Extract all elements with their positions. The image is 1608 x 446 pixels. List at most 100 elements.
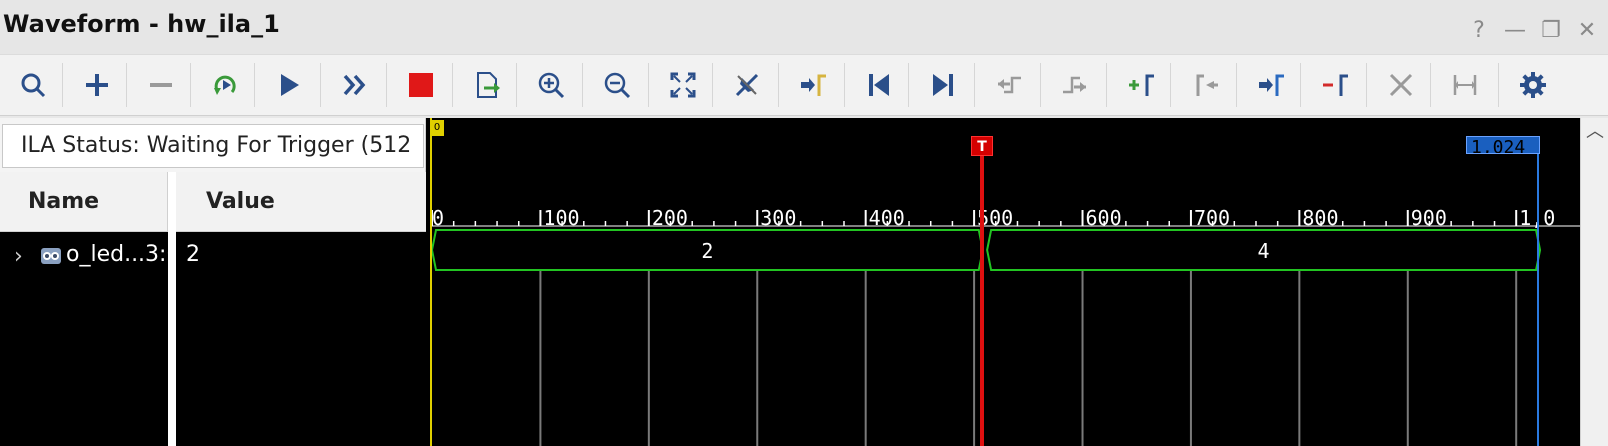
toolbar-separator (62, 63, 63, 107)
minimize-icon[interactable]: — (1502, 18, 1528, 44)
toolbar-separator (1236, 63, 1237, 107)
skip-start-icon (869, 74, 889, 96)
toolbar-separator (778, 63, 779, 107)
toolbar-separator (1300, 63, 1301, 107)
signal-value: 2 (186, 242, 200, 267)
toolbar-separator (1040, 63, 1041, 107)
swap-cursors-icon (1453, 75, 1477, 95)
add-marker-icon (1129, 74, 1154, 96)
delete-all-markers-button[interactable] (1368, 55, 1434, 115)
waveform-canvas[interactable]: 01002003004005006007008009001,024 0 T 1,… (430, 118, 1580, 446)
toolbar-separator (1170, 63, 1171, 107)
zoom-fit-button[interactable] (650, 55, 716, 115)
ruler-tick-label: 900 (1411, 206, 1447, 230)
signal-name-list: › o_led...3:0 (0, 232, 168, 446)
ruler-tick-label: 700 (1194, 206, 1230, 230)
remove-button[interactable] (128, 55, 194, 115)
toolbar-separator (648, 63, 649, 107)
stop-trigger-button[interactable] (388, 55, 454, 115)
signal-name: o_led...3:0 (66, 242, 168, 267)
search-icon (21, 73, 46, 98)
toolbar-separator (908, 63, 909, 107)
snap-button[interactable] (714, 55, 780, 115)
window-title: Waveform - hw_ila_1 (3, 10, 280, 38)
toolbar-separator (516, 63, 517, 107)
zoom-out-icon (604, 72, 631, 99)
snap-icon (735, 73, 759, 97)
origin-marker[interactable]: 0 (430, 120, 444, 136)
column-splitter[interactable] (168, 172, 176, 446)
close-icon[interactable]: ✕ (1574, 18, 1600, 44)
cursor-go-icon (801, 74, 826, 96)
go-to-end-button[interactable] (910, 55, 976, 115)
zoom-out-button[interactable] (584, 55, 650, 115)
delete-marker-button[interactable] (1302, 55, 1368, 115)
close-icon (1389, 73, 1413, 97)
expand-chevron-icon[interactable]: › (14, 244, 23, 270)
ruler-tick-label: 600 (1086, 206, 1122, 230)
toolbar-separator (1498, 63, 1499, 107)
toolbar-separator (320, 63, 321, 107)
ruler-tick-label: 0 (432, 206, 444, 230)
toolbar-separator (974, 63, 975, 107)
export-icon (477, 72, 500, 98)
zoom-in-icon (538, 72, 565, 99)
run-trigger-button[interactable] (256, 55, 322, 115)
signal-row[interactable]: › o_led...3:0 (0, 232, 168, 276)
settings-button[interactable] (1500, 55, 1566, 115)
refresh-play-icon (214, 75, 236, 95)
minus-icon (150, 83, 172, 87)
plus-icon (86, 74, 108, 96)
prev-marker-icon (1196, 74, 1218, 96)
go-to-cursor-button[interactable] (780, 55, 846, 115)
run-trigger-immediate-forward-button[interactable] (322, 55, 388, 115)
toolbar-separator (190, 63, 191, 107)
ila-status-text: ILA Status: Waiting For Trigger (512 (2, 124, 424, 168)
toolbar-separator (386, 63, 387, 107)
ruler-tick-label: 300 (760, 206, 796, 230)
vertical-scrollbar[interactable]: ︿ (1580, 118, 1608, 446)
signal-value-list: 2 (176, 232, 426, 446)
double-chevron-icon (343, 74, 366, 96)
skip-end-icon (933, 74, 953, 96)
export-button[interactable] (454, 55, 520, 115)
toolbar-separator (1430, 63, 1431, 107)
swap-cursors-button[interactable] (1432, 55, 1498, 115)
add-button[interactable] (64, 55, 130, 115)
go-to-start-button[interactable] (846, 55, 912, 115)
toolbar-separator (1106, 63, 1107, 107)
zoom-fit-icon (670, 72, 696, 98)
play-icon (281, 74, 299, 96)
toolbar-separator (1366, 63, 1367, 107)
add-marker-button[interactable] (1108, 55, 1174, 115)
waveform-svg: 01002003004005006007008009001,024 (430, 118, 1580, 446)
window-titlebar: Waveform - hw_ila_1 ? — ❐ ✕ (0, 0, 1608, 54)
end-sample-badge: 1,024 (1466, 136, 1540, 154)
run-trigger-immediate-button[interactable] (192, 55, 258, 115)
previous-transition-button[interactable] (976, 55, 1042, 115)
previous-marker-button[interactable] (1172, 55, 1238, 115)
name-column-header[interactable]: Name (0, 172, 168, 232)
window-controls: ? — ❐ ✕ (1466, 18, 1600, 44)
next-marker-button[interactable] (1238, 55, 1304, 115)
next-transition-icon (1063, 76, 1086, 94)
ila-status-bar: ILA Status: Waiting For Trigger (512 (0, 118, 426, 172)
toolbar-separator (712, 63, 713, 107)
value-column-header[interactable]: Value (176, 172, 426, 232)
toolbar-separator (582, 63, 583, 107)
stop-icon (409, 73, 433, 97)
ruler-tick-label: 100 (543, 206, 579, 230)
zoom-in-button[interactable] (518, 55, 584, 115)
bus-signal-icon (41, 248, 61, 264)
help-icon[interactable]: ? (1466, 18, 1492, 44)
delete-marker-icon (1323, 74, 1348, 96)
bus-segment-value: 2 (701, 239, 713, 263)
trigger-marker[interactable]: T (971, 136, 993, 156)
search-button[interactable] (0, 55, 66, 115)
next-transition-button[interactable] (1042, 55, 1108, 115)
prev-transition-icon (998, 76, 1021, 94)
scroll-up-icon[interactable]: ︿ (1585, 122, 1605, 142)
next-marker-icon (1259, 74, 1284, 96)
restore-icon[interactable]: ❐ (1538, 18, 1564, 44)
toolbar-separator (452, 63, 453, 107)
